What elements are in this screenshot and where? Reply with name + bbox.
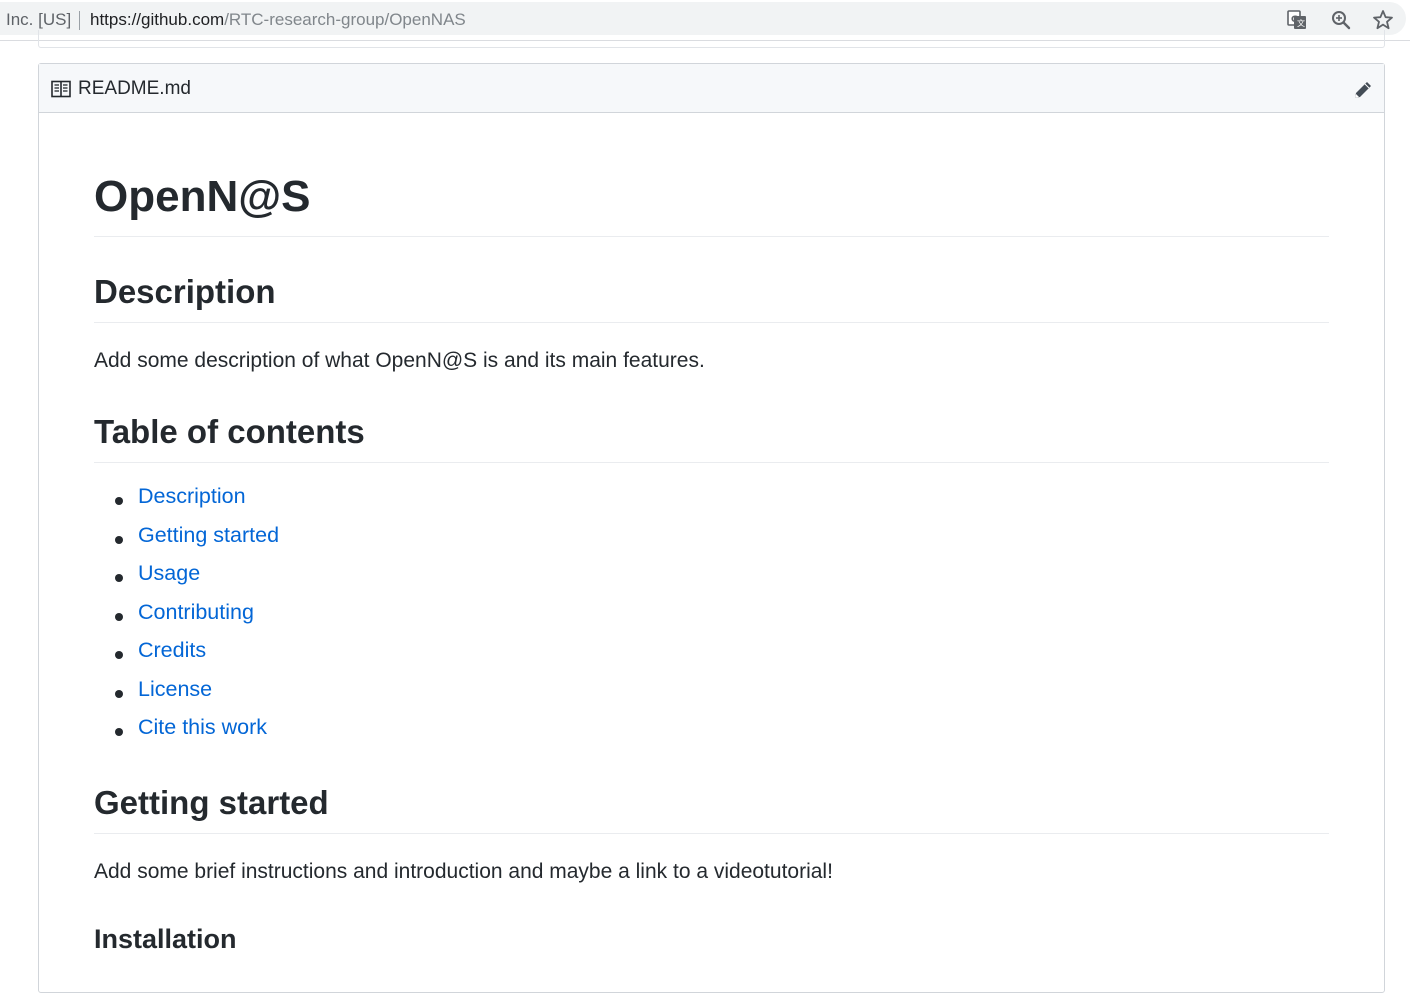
translate-icon[interactable]: G 文: [1286, 9, 1308, 31]
bookmark-star-icon[interactable]: [1372, 9, 1394, 31]
readme-title: OpenN@S: [94, 172, 311, 221]
description-rule: [94, 322, 1329, 323]
toc-link-license[interactable]: License: [138, 677, 212, 702]
title-rule: [94, 236, 1329, 237]
readme-header: README.md: [39, 64, 1384, 113]
zoom-icon[interactable]: [1330, 9, 1352, 31]
toc-link-description[interactable]: Description: [138, 484, 246, 509]
toc-link-credits[interactable]: Credits: [138, 638, 206, 663]
description-text: Add some description of what OpenN@S is …: [94, 349, 705, 372]
toc-link-getting-started[interactable]: Getting started: [138, 523, 279, 548]
toc-rule: [94, 462, 1329, 463]
previous-card-edge: [38, 30, 1385, 48]
toc-link-contributing[interactable]: Contributing: [138, 600, 254, 625]
url-host: https://github.com: [90, 10, 225, 29]
book-icon: [51, 80, 71, 98]
secure-org-label: Inc. [US]: [6, 10, 72, 29]
svg-text:文: 文: [1297, 18, 1305, 28]
getting-started-rule: [94, 833, 1329, 834]
getting-started-text: Add some brief instructions and introduc…: [94, 860, 833, 883]
heading-toc: Table of contents: [94, 413, 365, 450]
heading-installation: Installation: [94, 924, 237, 954]
url-path: /RTC-research-group/OpenNAS: [224, 10, 466, 29]
heading-description: Description: [94, 273, 276, 310]
omnibox-divider: [79, 11, 80, 30]
readme-box: README.md OpenN@S Description Add some d…: [38, 63, 1385, 993]
heading-getting-started: Getting started: [94, 784, 329, 821]
readme-filename: README.md: [78, 78, 191, 99]
url-text[interactable]: https://github.com/RTC-research-group/Op…: [90, 10, 466, 30]
toc-link-cite-this-work[interactable]: Cite this work: [138, 715, 267, 740]
toc-link-usage[interactable]: Usage: [138, 561, 200, 586]
pencil-edit-icon[interactable]: [1352, 79, 1374, 101]
